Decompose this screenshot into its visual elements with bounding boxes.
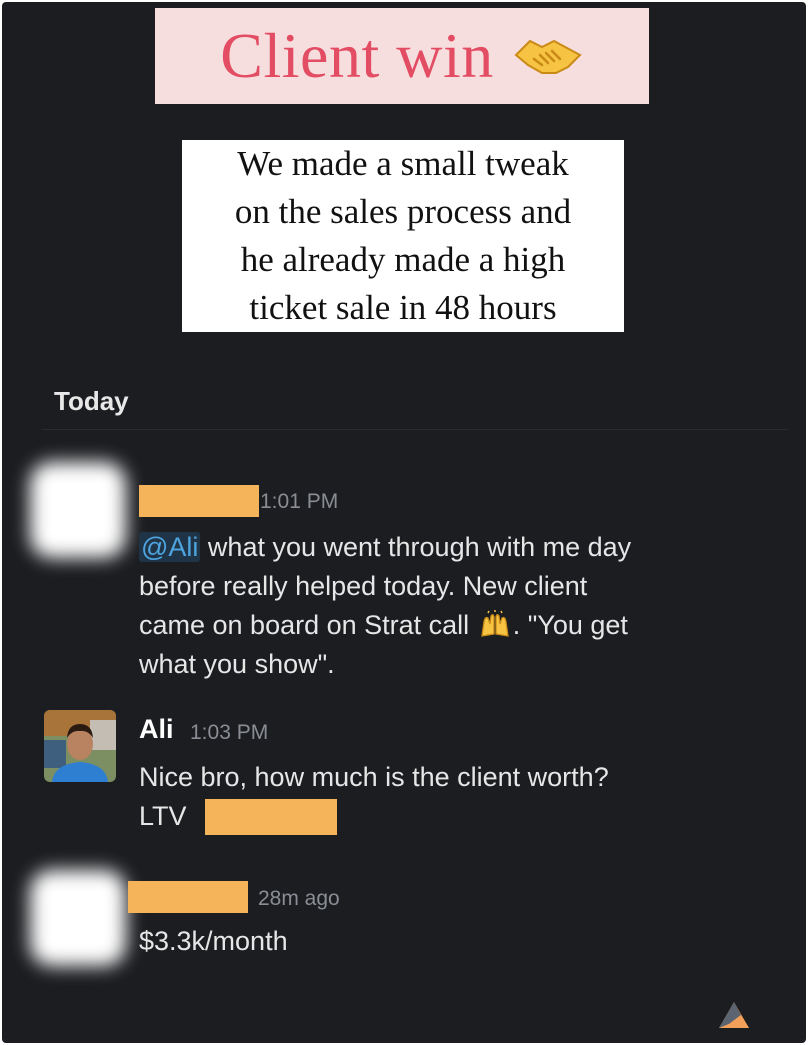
redacted-username bbox=[139, 485, 259, 517]
message-body: $3.3k/month bbox=[139, 922, 288, 961]
watermark-logo bbox=[719, 1002, 749, 1028]
day-divider-line bbox=[42, 429, 788, 430]
raising-hands-emoji-icon bbox=[480, 610, 509, 637]
message-line: @Ali what you went through with me day bbox=[139, 532, 632, 562]
message-timestamp[interactable]: 28m ago bbox=[258, 887, 340, 911]
screenshot-frame: Client win We made a small tweak on the … bbox=[2, 2, 806, 1043]
caption-line: on the sales process and bbox=[234, 192, 572, 231]
caption-box: We made a small tweak on the sales proce… bbox=[182, 140, 624, 332]
day-divider-label: Today bbox=[54, 386, 129, 416]
banner-title: Client win bbox=[220, 20, 494, 91]
message-line: Nice bro, how much is the client worth? bbox=[139, 762, 609, 792]
redacted-value bbox=[205, 799, 337, 835]
message-timestamp[interactable]: 1:01 PM bbox=[260, 490, 338, 514]
message-line: before really helped today. New client bbox=[139, 571, 588, 601]
message-line: came on board on Strat call . "You get bbox=[139, 610, 628, 640]
user-mention[interactable]: @Ali bbox=[139, 532, 201, 562]
blurred-avatar[interactable] bbox=[30, 462, 126, 558]
caption-line: ticket sale in 48 hours bbox=[249, 288, 557, 327]
sender-name[interactable]: Ali bbox=[139, 714, 174, 745]
message-line: what you show". bbox=[139, 649, 335, 679]
message-body: @Ali what you went through with me day b… bbox=[139, 528, 631, 684]
redacted-username bbox=[128, 881, 248, 913]
blurred-avatar[interactable] bbox=[30, 870, 126, 966]
caption-line: We made a small tweak bbox=[237, 144, 569, 183]
message-timestamp[interactable]: 1:03 PM bbox=[190, 721, 268, 745]
handshake-icon bbox=[514, 39, 582, 74]
message-line: $3.3k/month bbox=[139, 926, 288, 956]
avatar-photo bbox=[44, 710, 116, 782]
title-banner: Client win bbox=[155, 8, 649, 104]
caption-line: he already made a high bbox=[240, 240, 566, 279]
avatar[interactable] bbox=[44, 710, 116, 782]
